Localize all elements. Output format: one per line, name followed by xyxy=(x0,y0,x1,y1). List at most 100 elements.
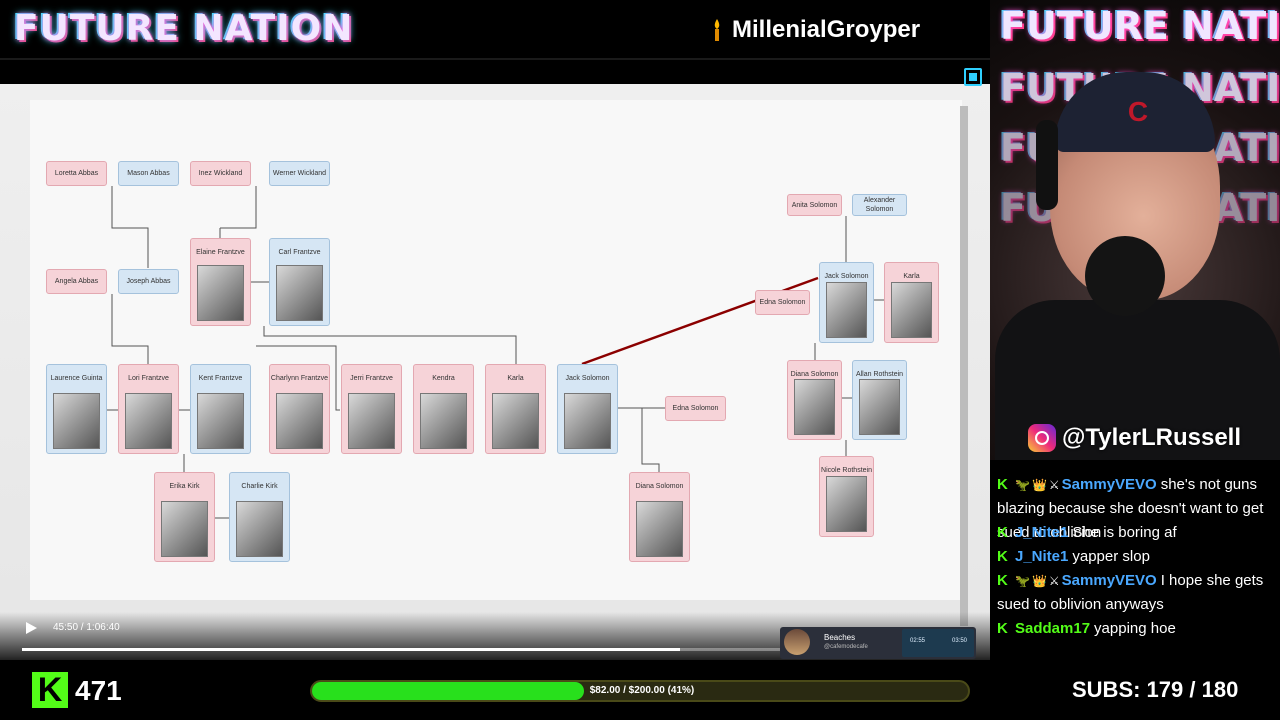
tree-node-kendra: Kendra xyxy=(413,364,474,454)
tree-node-photo xyxy=(236,501,283,557)
tree-node-label: Jerri Frantzve xyxy=(350,375,393,382)
top-banner: FUTURE NATION MillenialGroyper xyxy=(0,0,990,60)
tree-node-photo xyxy=(859,379,900,435)
tree-node-label: Jack Solomon xyxy=(565,375,610,382)
kick-badge-icon: K xyxy=(997,572,1008,589)
now-playing-avatar xyxy=(784,629,810,655)
divider xyxy=(0,58,990,60)
stream-overlay: FUTURE NATION MillenialGroyper Loretta A… xyxy=(0,0,1280,720)
tree-node-label: Werner Wickland xyxy=(272,170,327,177)
chat-username[interactable]: SammyVEVO xyxy=(1062,572,1157,589)
chat-badge-icon: 🦖 xyxy=(1015,478,1030,492)
cubs-logo: C xyxy=(1127,96,1149,127)
chat-text: yapping hoe xyxy=(1094,620,1176,637)
kick-badge-icon: K xyxy=(997,524,1008,541)
candle-icon xyxy=(712,19,722,41)
tree-node-carl: Carl Frantzve xyxy=(269,238,330,326)
tree-node-alexander: Alexander Solomon xyxy=(852,194,907,216)
instagram-handle: @TylerLRussell xyxy=(1028,423,1241,453)
tree-node-photo xyxy=(826,282,867,338)
kick-badge-icon: K xyxy=(997,548,1008,565)
tree-node-photo xyxy=(276,393,323,449)
tree-node-jerri: Jerri Frantzve xyxy=(341,364,402,454)
tree-node-label: Loretta Abbas xyxy=(54,170,99,177)
tree-node-photo xyxy=(420,393,467,449)
tree-node-edna2: Edna Solomon xyxy=(755,290,810,315)
future-nation-logo: FUTURE NATION xyxy=(14,8,354,49)
tree-node-elaine: Elaine Frantzve xyxy=(190,238,251,326)
cam-title-1: FUTURE NATION xyxy=(1000,4,1280,48)
now-playing-duration: 03:50 xyxy=(952,638,968,644)
chat-panel: K 🦖 👑 ⚔ SammyVEVO she's not guns blazing beca… xyxy=(990,460,1280,665)
tree-node-diana2: Diana Solomon xyxy=(787,360,842,440)
chat-message: K J_Nite1 yapper slop xyxy=(997,545,1277,569)
tree-node-label: Lori Frantzve xyxy=(128,375,169,382)
tree-node-erika: Erika Kirk xyxy=(154,472,215,562)
tree-node-anita: Anita Solomon xyxy=(787,194,842,216)
tree-node-photo xyxy=(197,393,244,449)
tree-node-inez: Inez Wickland xyxy=(190,161,251,186)
chat-text: yapper slop xyxy=(1072,548,1150,565)
chat-badge-icon: ⚔ xyxy=(1048,478,1060,492)
tree-node-kent: Kent Frantzve xyxy=(190,364,251,454)
instagram-icon xyxy=(1028,424,1056,452)
kick-logo-letter: K xyxy=(37,671,63,709)
tree-node-label: Kent Frantzve xyxy=(198,375,243,382)
tree-node-label: Laurence Guinta xyxy=(50,375,103,382)
tree-node-angela: Angela Abbas xyxy=(46,269,107,294)
donation-goal-text: $82.00 / $200.00 (41%) xyxy=(589,685,695,696)
now-playing-waveform: 02:55 03:50 xyxy=(902,629,974,657)
tree-node-edna1: Edna Solomon xyxy=(665,396,726,421)
chat-username[interactable]: Saddam17 xyxy=(1015,620,1090,637)
chat-message: K J_Nite1 She is boring af xyxy=(997,521,1277,545)
tree-node-karla2: Karla xyxy=(884,262,939,343)
tree-node-lori: Lori Frantzve xyxy=(118,364,179,454)
tree-node-label: Karla xyxy=(507,375,524,382)
tree-node-photo xyxy=(197,265,244,321)
tree-node-label: Elaine Frantzve xyxy=(196,249,245,256)
donation-goal: $82.00 / $200.00 (41%) xyxy=(310,680,970,702)
tree-node-label: Inez Wickland xyxy=(198,170,243,177)
tree-node-label: Kendra xyxy=(432,375,455,382)
now-playing-card[interactable]: Beaches @cafemodecafe 02:55 03:50 xyxy=(780,627,976,659)
streamer-name: MillenialGroyper xyxy=(732,16,921,43)
tree-node-charlie: Charlie Kirk xyxy=(229,472,290,562)
tree-node-nicole: Nicole Rothstein xyxy=(819,456,874,537)
tree-node-werner: Werner Wickland xyxy=(269,161,330,186)
tree-node-label: Erika Kirk xyxy=(169,483,200,490)
tree-node-photo xyxy=(348,393,395,449)
tree-node-label: Anita Solomon xyxy=(791,201,838,209)
tree-node-laurence: Laurence Guinta xyxy=(46,364,107,454)
tree-node-mason: Mason Abbas xyxy=(118,161,179,186)
chat-username[interactable]: J_Nite1 xyxy=(1015,548,1068,565)
tree-node-photo xyxy=(125,393,172,449)
play-icon[interactable] xyxy=(26,622,37,634)
tree-node-karla: Karla xyxy=(485,364,546,454)
tree-node-label: Edna Solomon xyxy=(759,299,806,306)
now-playing-elapsed: 02:55 xyxy=(910,638,926,644)
tree-node-label: Diana Solomon xyxy=(790,371,839,378)
chat-badge-icon: ⚔ xyxy=(1048,574,1060,588)
tree-node-photo xyxy=(826,476,867,532)
chat-badge-icon: 🦖 xyxy=(1015,574,1030,588)
tree-node-charlynn: Charlynn Frantzve xyxy=(269,364,330,454)
now-playing-title: Beaches xyxy=(824,633,856,642)
tree-node-label: Charlie Kirk xyxy=(241,483,278,490)
tree-node-photo xyxy=(564,393,611,449)
seek-bar-fill xyxy=(22,648,680,651)
tree-node-jack: Jack Solomon xyxy=(557,364,618,454)
viewer-count: 471 xyxy=(75,675,122,706)
kick-badge-icon: K xyxy=(997,476,1008,493)
chat-username[interactable]: SammyVEVO xyxy=(1062,476,1157,493)
tree-node-photo xyxy=(276,265,323,321)
tree-node-photo xyxy=(891,282,932,338)
headset-icon xyxy=(1036,120,1058,210)
chat-username[interactable]: J_Nite1 xyxy=(1015,524,1068,541)
tree-node-label: Karla xyxy=(903,273,920,280)
tree-node-label: Nicole Rothstein xyxy=(821,467,872,474)
tree-node-allan: Allan Rothstein xyxy=(852,360,907,440)
tree-node-diana1: Diana Solomon xyxy=(629,472,690,562)
tree-node-label: Alexander Solomon xyxy=(863,197,896,213)
tree-node-photo xyxy=(794,379,835,435)
tree-node-joseph: Joseph Abbas xyxy=(118,269,179,294)
